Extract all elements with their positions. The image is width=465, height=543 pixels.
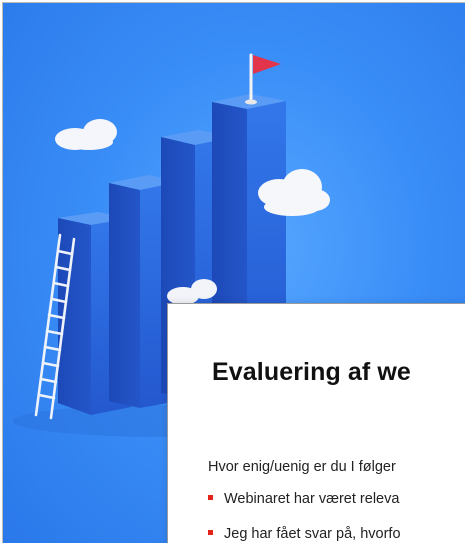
evaluation-card: Evaluering af we Hvor enig/uenig er du I… bbox=[167, 303, 465, 543]
list-item-text: Jeg har fået svar på, hvorfo bbox=[224, 526, 401, 542]
cloud-icon-left bbox=[55, 119, 117, 150]
list-item-text: Webinaret har været releva bbox=[224, 491, 400, 507]
bullet-marker bbox=[208, 529, 213, 535]
list-item: Webinaret har været releva bbox=[208, 491, 399, 507]
page-title: Evaluering af we bbox=[212, 358, 411, 386]
slide-frame: Evaluering af we Hvor enig/uenig er du I… bbox=[2, 2, 465, 543]
question-text: Hvor enig/uenig er du I følger bbox=[208, 459, 396, 475]
bullet-marker bbox=[208, 494, 213, 500]
list-item: Jeg har fået svar på, hvorfo bbox=[208, 526, 401, 542]
